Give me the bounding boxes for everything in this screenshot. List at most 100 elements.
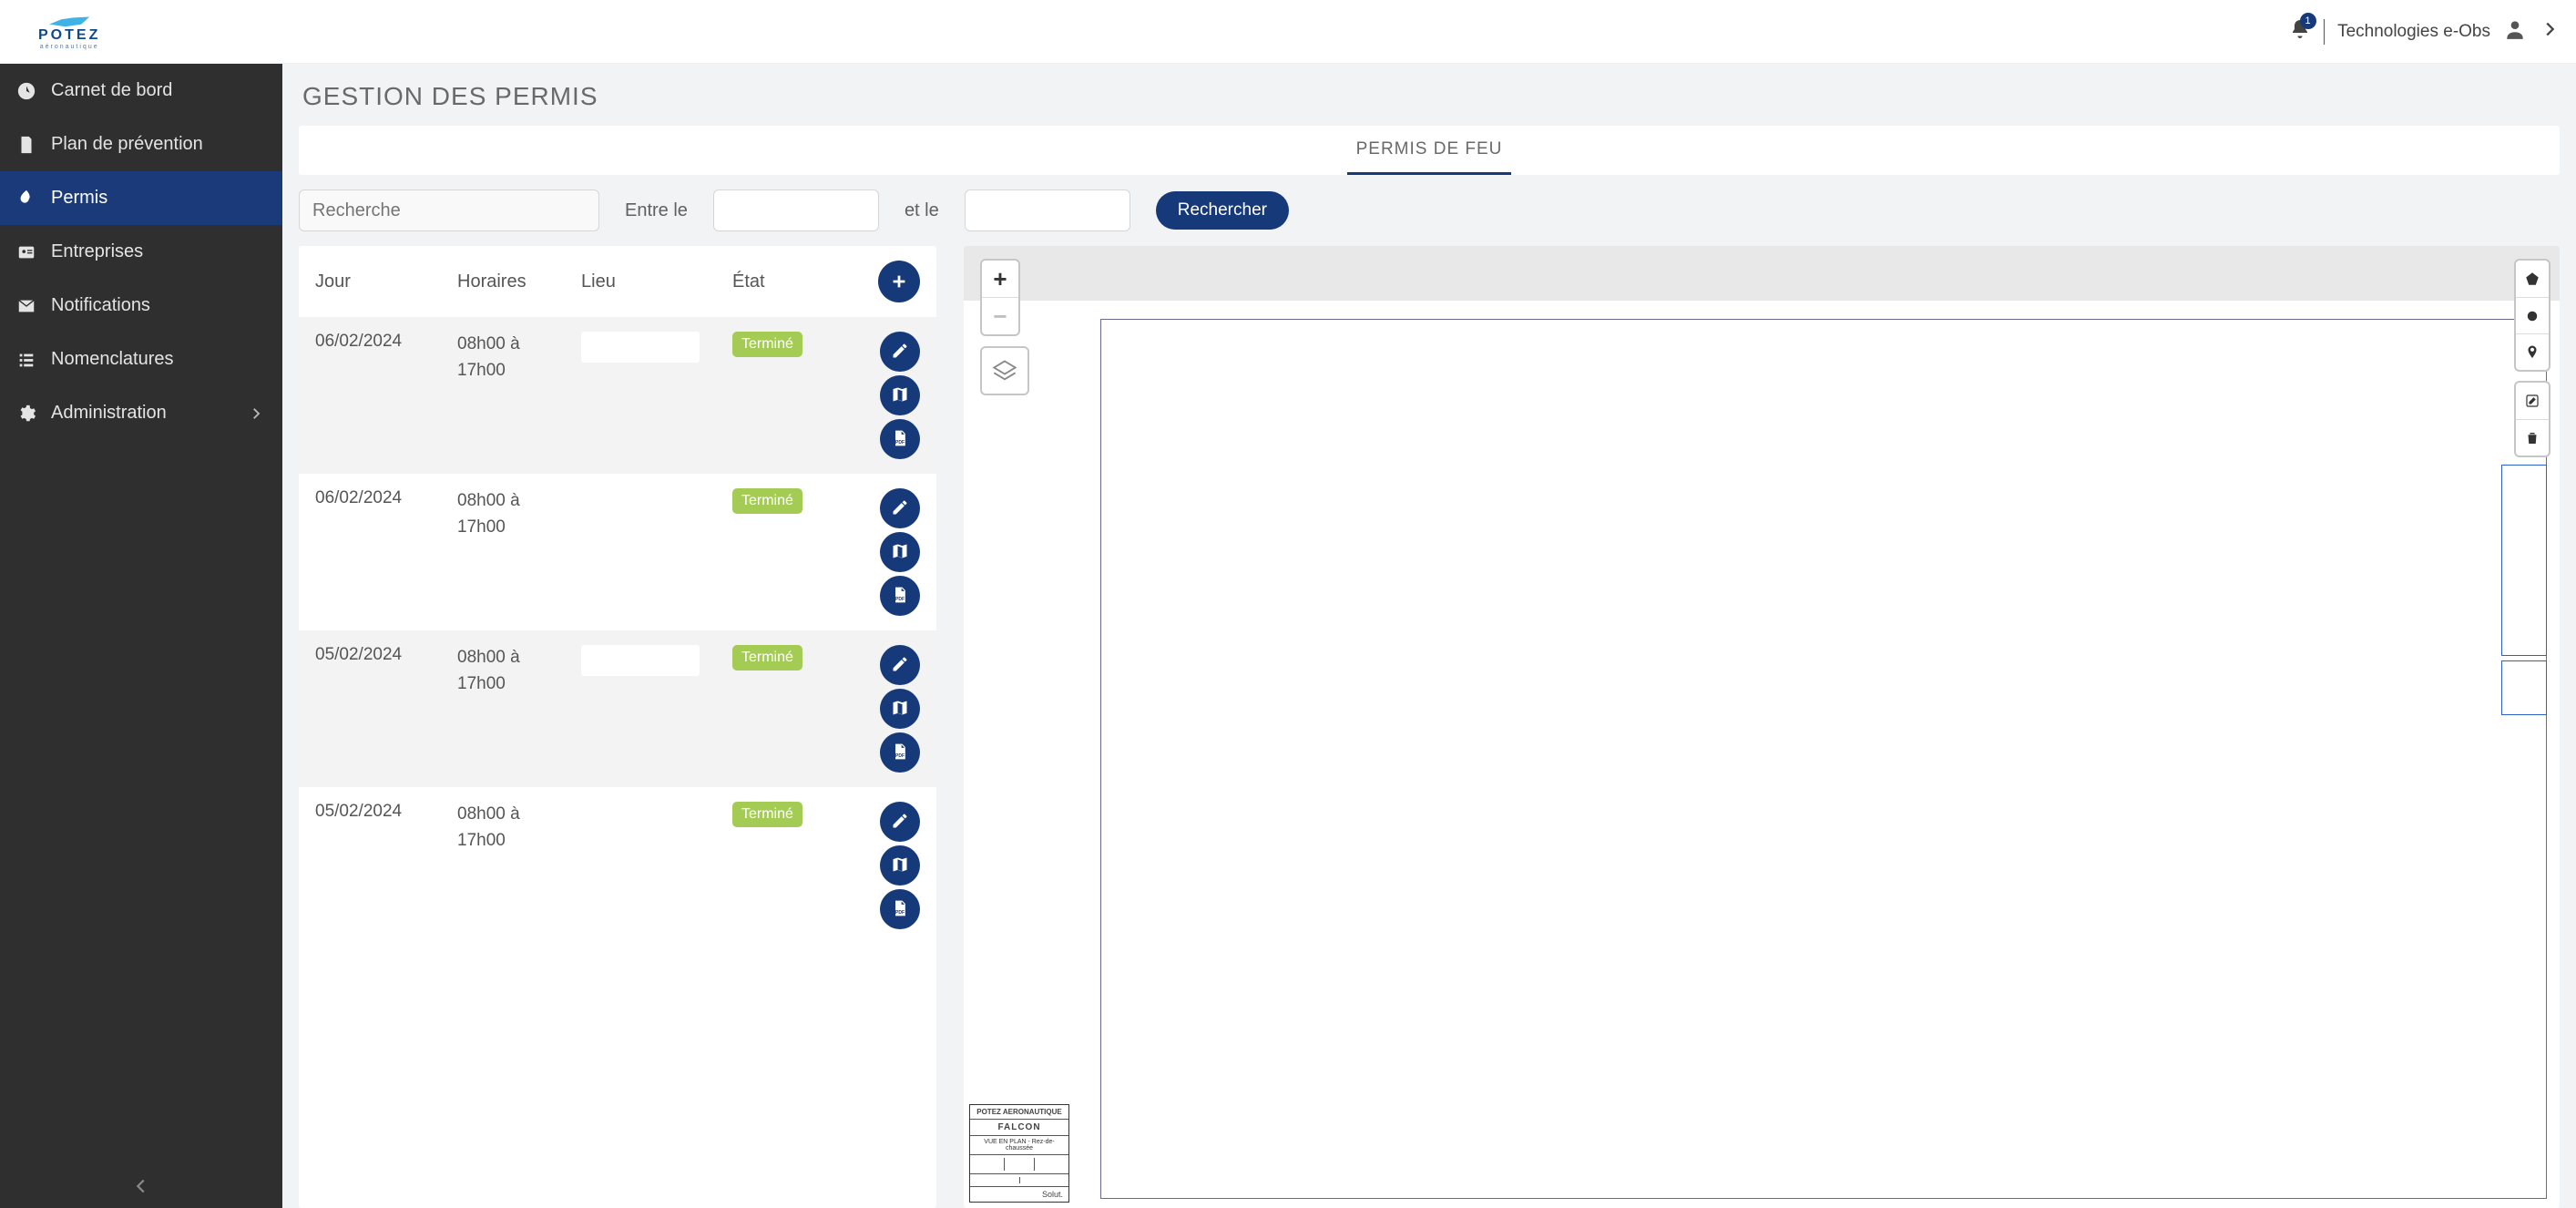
map-icon bbox=[891, 542, 909, 563]
sidebar-item-carnet[interactable]: Carnet de bord bbox=[0, 64, 282, 118]
tab-permis-de-feu[interactable]: PERMIS DE FEU bbox=[1347, 127, 1512, 175]
pencil-icon bbox=[891, 655, 909, 676]
sidebar-item-notifications[interactable]: Notifications bbox=[0, 279, 282, 333]
edit-shape-button[interactable] bbox=[2516, 383, 2549, 419]
pin-icon bbox=[2524, 344, 2540, 361]
brand-name: POTEZ bbox=[38, 27, 100, 44]
pdf-icon: PDF bbox=[891, 586, 909, 607]
cell-date: 06/02/2024 bbox=[315, 332, 452, 352]
row-pdf-button[interactable]: PDF bbox=[880, 576, 920, 616]
status-badge: Terminé bbox=[732, 802, 802, 827]
sidebar-collapse-button[interactable] bbox=[131, 1176, 151, 1201]
edit-tools bbox=[2514, 381, 2550, 457]
row-map-button[interactable] bbox=[880, 845, 920, 886]
pencil-icon bbox=[891, 342, 909, 363]
layers-icon bbox=[992, 358, 1017, 384]
plan-legend: POTEZ AERONAUTIQUE FALCON VUE EN PLAN - … bbox=[969, 1104, 1069, 1203]
cell-place bbox=[581, 332, 727, 363]
chevron-left-icon bbox=[131, 1176, 151, 1196]
draw-polygon-button[interactable] bbox=[2516, 261, 2549, 297]
row-pdf-button[interactable]: PDF bbox=[880, 419, 920, 459]
row-map-button[interactable] bbox=[880, 689, 920, 729]
notifications-count: 1 bbox=[2300, 13, 2316, 29]
cell-state: Terminé bbox=[732, 802, 842, 827]
add-permit-button[interactable] bbox=[878, 261, 920, 302]
layers-button[interactable] bbox=[980, 346, 1029, 395]
sidebar-item-plan[interactable]: Plan de prévention bbox=[0, 118, 282, 171]
date-to-input[interactable] bbox=[965, 189, 1130, 231]
draw-marker-button[interactable] bbox=[2516, 333, 2549, 370]
pdf-icon: PDF bbox=[891, 742, 909, 763]
sidebar: Carnet de bord Plan de prévention Permis… bbox=[0, 64, 282, 1208]
notifications-button[interactable]: 1 bbox=[2289, 18, 2311, 45]
delete-shape-button[interactable] bbox=[2516, 419, 2549, 456]
table-row: 06/02/202408h00 à17h00TerminéPDF bbox=[299, 474, 936, 630]
plus-icon bbox=[889, 271, 909, 292]
circle-icon bbox=[2524, 308, 2540, 324]
sidebar-item-nomenclatures[interactable]: Nomenclatures bbox=[0, 333, 282, 386]
pencil-icon bbox=[891, 812, 909, 833]
brand-logo: POTEZ aéronautique bbox=[38, 13, 100, 50]
cell-state: Terminé bbox=[732, 332, 842, 357]
trash-icon bbox=[2524, 430, 2540, 446]
brand-tagline: aéronautique bbox=[40, 44, 99, 50]
table-row: 05/02/202408h00 à17h00 Terminé PDF bbox=[299, 787, 936, 944]
cell-state: Terminé bbox=[732, 645, 842, 671]
row-pdf-button[interactable]: PDF bbox=[880, 889, 920, 929]
sidebar-item-label: Entreprises bbox=[51, 241, 143, 262]
draw-tools bbox=[2514, 259, 2550, 372]
dashboard-icon bbox=[16, 81, 36, 101]
row-map-button[interactable] bbox=[880, 375, 920, 415]
zoom-in-button[interactable]: + bbox=[982, 261, 1018, 297]
edit-icon bbox=[2524, 393, 2540, 409]
cell-hours: 08h00 à17h00 bbox=[457, 645, 576, 697]
sidebar-item-permis[interactable]: Permis bbox=[0, 171, 282, 225]
col-header-state: État bbox=[732, 271, 842, 292]
svg-text:PDF: PDF bbox=[895, 909, 905, 915]
floor-plan[interactable]: POTEZ AERONAUTIQUE FALCON VUE EN PLAN - … bbox=[964, 301, 2560, 1208]
plan-legend-view: VUE EN PLAN - Rez-de-chaussée bbox=[970, 1136, 1068, 1155]
zoom-out-button[interactable]: − bbox=[982, 298, 1018, 334]
sidebar-item-administration[interactable]: Administration bbox=[0, 386, 282, 440]
cell-hours: 08h00 à17h00 bbox=[457, 332, 576, 384]
pencil-icon bbox=[891, 498, 909, 519]
mail-icon bbox=[16, 296, 36, 316]
search-button[interactable]: Rechercher bbox=[1156, 191, 1289, 230]
date-from-input[interactable] bbox=[713, 189, 879, 231]
search-input[interactable] bbox=[299, 189, 599, 231]
cell-date: 05/02/2024 bbox=[315, 802, 452, 822]
cell-date: 05/02/2024 bbox=[315, 645, 452, 665]
row-pdf-button[interactable]: PDF bbox=[880, 732, 920, 773]
pdf-icon: PDF bbox=[891, 899, 909, 920]
user-menu-toggle[interactable] bbox=[2540, 19, 2560, 44]
cell-state: Terminé bbox=[732, 488, 842, 514]
sidebar-item-label: Permis bbox=[51, 188, 107, 209]
map-panel[interactable]: POTEZ AERONAUTIQUE FALCON VUE EN PLAN - … bbox=[964, 246, 2560, 1208]
sidebar-item-label: Plan de prévention bbox=[51, 134, 203, 155]
row-edit-button[interactable] bbox=[880, 802, 920, 842]
sidebar-item-label: Notifications bbox=[51, 295, 150, 316]
permits-table: Jour Horaires Lieu État 06/02/202408h00 … bbox=[299, 246, 936, 1208]
row-map-button[interactable] bbox=[880, 532, 920, 572]
pdf-icon: PDF bbox=[891, 429, 909, 450]
tab-bar: PERMIS DE FEU bbox=[299, 126, 2560, 175]
map-icon bbox=[891, 699, 909, 720]
cell-hours: 08h00 à17h00 bbox=[457, 802, 576, 854]
divider bbox=[2324, 19, 2326, 45]
row-edit-button[interactable] bbox=[880, 645, 920, 685]
draw-circle-button[interactable] bbox=[2516, 297, 2549, 333]
status-badge: Terminé bbox=[732, 332, 802, 357]
svg-text:PDF: PDF bbox=[895, 752, 905, 758]
sidebar-item-entreprises[interactable]: Entreprises bbox=[0, 225, 282, 279]
sidebar-item-label: Administration bbox=[51, 403, 167, 424]
fire-icon bbox=[16, 189, 36, 209]
svg-text:PDF: PDF bbox=[895, 439, 905, 445]
svg-text:PDF: PDF bbox=[895, 596, 905, 601]
plan-legend-project: FALCON bbox=[970, 1120, 1068, 1136]
row-edit-button[interactable] bbox=[880, 332, 920, 372]
map-icon bbox=[891, 385, 909, 406]
chevron-right-icon bbox=[246, 405, 266, 422]
row-edit-button[interactable] bbox=[880, 488, 920, 528]
status-badge: Terminé bbox=[732, 488, 802, 514]
cell-hours: 08h00 à17h00 bbox=[457, 488, 576, 540]
